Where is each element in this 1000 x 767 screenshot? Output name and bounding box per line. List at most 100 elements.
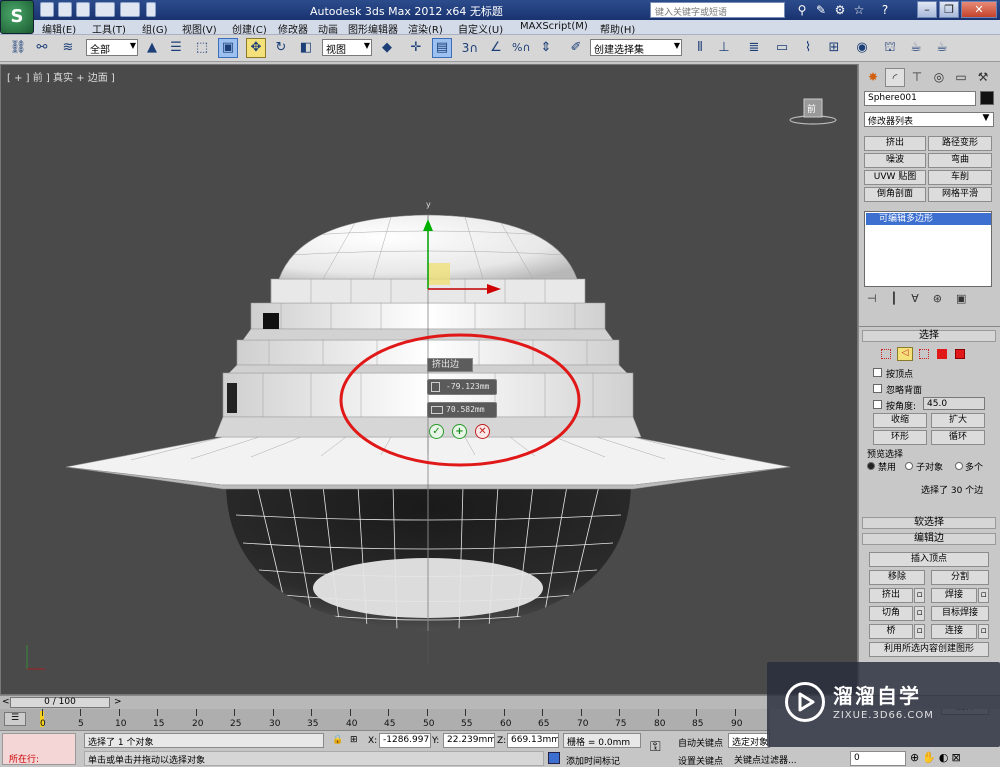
- auto-key-label[interactable]: 自动关键点: [678, 736, 723, 749]
- insert-vertex-button[interactable]: 插入顶点: [869, 552, 989, 567]
- material-editor-icon[interactable]: ◉: [852, 38, 872, 58]
- time-next-icon[interactable]: >: [114, 697, 122, 707]
- object-name-field[interactable]: Sphere001: [864, 91, 976, 106]
- modifier-list-arrow-icon[interactable]: ▼: [979, 113, 993, 126]
- binoculars-icon[interactable]: ⚲: [795, 3, 809, 17]
- modifier-btn-uvw-map[interactable]: UVW 贴图: [864, 170, 926, 185]
- lock-selection-icon[interactable]: 🔒: [332, 735, 343, 745]
- extrude-settings-icon[interactable]: ▫: [914, 588, 925, 603]
- minimize-button[interactable]: –: [917, 1, 937, 18]
- select-by-name-icon[interactable]: ☰: [166, 38, 186, 58]
- menu-animation[interactable]: 动画: [318, 21, 338, 36]
- wrench-icon[interactable]: ✎: [814, 3, 828, 17]
- edit-edges-rollout[interactable]: 编辑边: [862, 533, 996, 545]
- preview-multi-radio[interactable]: [955, 462, 963, 470]
- menu-edit[interactable]: 编辑(E): [42, 21, 76, 36]
- selection-rollout[interactable]: 选择: [862, 330, 996, 342]
- mini-curve-editor-icon[interactable]: ☰: [4, 712, 26, 726]
- menu-maxscript[interactable]: MAXScript(M): [520, 21, 588, 32]
- angle-spinner[interactable]: 45.0: [923, 397, 985, 410]
- edge-level-icon[interactable]: ◁: [897, 347, 913, 361]
- mirror-icon[interactable]: ⫴: [690, 38, 710, 58]
- motion-tab-icon[interactable]: ◎: [929, 68, 949, 87]
- preview-subobject-radio[interactable]: [905, 462, 913, 470]
- track-bar[interactable]: ☰ 0 5 10 15 20 25 30 35 40 45 50 55 60 6…: [0, 709, 770, 731]
- weld-settings-icon[interactable]: ▫: [978, 588, 989, 603]
- reference-coord-select[interactable]: 视图: [322, 39, 372, 56]
- extrude-button[interactable]: 挤出: [869, 588, 913, 603]
- menu-modifiers[interactable]: 修改器: [278, 21, 308, 36]
- create-shape-button[interactable]: 利用所选内容创建图形: [869, 642, 989, 657]
- chamfer-button[interactable]: 切角: [869, 606, 913, 621]
- z-coord-field[interactable]: 669.13mm: [507, 733, 559, 748]
- extrude-height-spinner[interactable]: -79.123mm: [427, 379, 497, 395]
- help-icon[interactable]: ?: [878, 3, 892, 17]
- save-file-icon[interactable]: [76, 2, 90, 17]
- viewcube[interactable]: 前: [788, 95, 838, 127]
- absolute-mode-icon[interactable]: ⊞: [350, 735, 358, 745]
- select-object-icon[interactable]: ▲: [142, 38, 162, 58]
- selection-filter-select[interactable]: 全部: [86, 39, 138, 56]
- edit-named-selection-icon[interactable]: ✐: [566, 38, 586, 58]
- caddy-title[interactable]: 挤出边: [427, 358, 473, 372]
- current-frame-field[interactable]: 0: [850, 751, 906, 766]
- caddy-apply-button[interactable]: +: [452, 424, 467, 439]
- unlink-icon[interactable]: ⚯: [32, 38, 52, 58]
- connect-settings-icon[interactable]: ▫: [978, 624, 989, 639]
- polygon-level-icon[interactable]: [937, 349, 947, 359]
- spinner-snap-icon[interactable]: ⇕: [536, 38, 556, 58]
- preview-off-radio[interactable]: [867, 462, 875, 470]
- render-production-icon[interactable]: ☕: [932, 38, 952, 58]
- angle-snap-icon[interactable]: ∠: [486, 38, 506, 58]
- soft-selection-rollout[interactable]: 软选择: [862, 517, 996, 529]
- modifier-stack[interactable]: 可编辑多边形: [864, 211, 992, 287]
- new-file-icon[interactable]: [40, 2, 54, 17]
- key-filters-button[interactable]: 关键点过滤器...: [734, 753, 797, 766]
- by-angle-checkbox[interactable]: [873, 400, 882, 409]
- remove-button[interactable]: 移除: [869, 570, 925, 585]
- viewport-nav-icons[interactable]: ⊕✋◐⊠: [910, 751, 964, 764]
- utilities-tab-icon[interactable]: ⚒: [973, 68, 993, 87]
- x-coord-field[interactable]: -1286.997: [379, 733, 431, 748]
- by-vertex-checkbox[interactable]: [873, 368, 882, 377]
- menu-graph-editors[interactable]: 图形编辑器: [348, 21, 398, 36]
- gizmo-xy-plane[interactable]: [428, 263, 450, 285]
- render-setup-icon[interactable]: ⛫: [880, 38, 900, 58]
- search-input[interactable]: 键入关键字或短语: [650, 2, 785, 18]
- select-move-icon[interactable]: ✥: [246, 38, 266, 58]
- create-tab-icon[interactable]: ✸: [863, 68, 883, 87]
- bridge-settings-icon[interactable]: ▫: [914, 624, 925, 639]
- time-slider[interactable]: 0 / 100: [10, 697, 110, 708]
- star-icon[interactable]: ☆: [852, 3, 866, 17]
- stack-item-editable-poly[interactable]: 可编辑多边形: [866, 213, 991, 225]
- set-key-icon[interactable]: ⚿: [650, 739, 661, 755]
- bind-spacewarp-icon[interactable]: ≋: [58, 38, 78, 58]
- modifier-btn-bevel-profile[interactable]: 倒角剖面: [864, 187, 926, 202]
- front-viewport[interactable]: [ + ] 前 ] 真实 + 边面 ] y 前 挤出边 -79.123mm 70…: [0, 64, 858, 695]
- loop-button[interactable]: 循环: [931, 430, 985, 445]
- caddy-ok-button[interactable]: ✓: [429, 424, 444, 439]
- keyboard-shortcut-override-icon[interactable]: ▤: [432, 38, 452, 58]
- modifier-btn-path-deform[interactable]: 路径变形: [928, 136, 992, 151]
- modify-tab-icon[interactable]: ◜: [885, 68, 905, 87]
- pivot-center-icon[interactable]: ◆: [377, 38, 397, 58]
- select-manipulate-icon[interactable]: ✛: [406, 38, 426, 58]
- app-logo[interactable]: S: [0, 0, 34, 34]
- menu-views[interactable]: 视图(V): [182, 21, 217, 36]
- y-coord-field[interactable]: 22.239mm: [443, 733, 495, 748]
- close-button[interactable]: ✕: [961, 1, 997, 18]
- quick-access-dropdown-icon[interactable]: [146, 2, 156, 17]
- menu-help[interactable]: 帮助(H): [600, 21, 635, 36]
- subobject-level-icons[interactable]: ◁: [881, 347, 981, 361]
- rect-selection-icon[interactable]: ⬚: [192, 38, 212, 58]
- select-rotate-icon[interactable]: ↻: [271, 38, 291, 58]
- modifier-btn-meshsmooth[interactable]: 网格平滑: [928, 187, 992, 202]
- stack-tools-icons[interactable]: ⊣┃∀⊛▣: [867, 292, 993, 306]
- set-key-label[interactable]: 设置关键点: [678, 754, 723, 767]
- maxscript-listener[interactable]: 所在行:: [2, 733, 76, 765]
- undo-icon[interactable]: [95, 2, 115, 17]
- ring-button[interactable]: 环形: [873, 430, 927, 445]
- menu-create[interactable]: 创建(C): [232, 21, 267, 36]
- menu-group[interactable]: 组(G): [142, 21, 168, 36]
- link-icon[interactable]: ⛓: [8, 38, 28, 58]
